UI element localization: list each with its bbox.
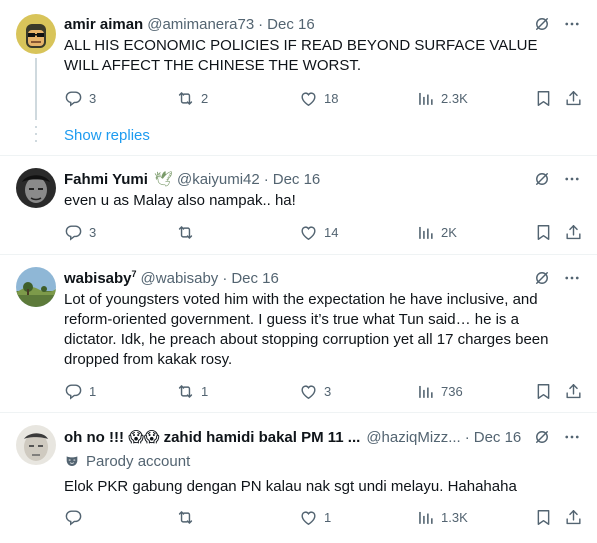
tweet-date[interactable]: Dec 16 [267,16,315,33]
show-replies-link[interactable]: Show replies [64,127,150,144]
handle[interactable]: @kaiyumi42 [177,171,260,188]
like-button[interactable]: 1 [299,507,331,527]
separator-dot: · [222,269,228,287]
reply-count: 1 [89,383,97,399]
reply-button[interactable]: 3 [64,88,96,108]
avatar[interactable] [16,267,56,307]
like-count: 14 [324,224,339,240]
views-button[interactable]: 2.3K [416,88,468,108]
views-button[interactable]: 1.3K [416,507,468,527]
like-count: 1 [324,509,332,525]
tweet-fahmi-yumi[interactable]: Fahmi Yumi 🕊 @kaiyumi42 · Dec 16 even u … [0,156,597,254]
share-button[interactable] [564,381,583,401]
views-button[interactable]: 736 [416,381,463,401]
reply-button[interactable]: 3 [64,222,96,242]
handle[interactable]: @wabisaby [141,270,219,287]
share-button[interactable] [564,88,583,108]
thread-line [35,58,37,120]
share-button[interactable] [564,507,583,527]
tweet-text: Lot of youngsters voted him with the exp… [64,291,549,368]
reply-count: 3 [89,224,97,240]
bookmark-button[interactable] [534,381,553,401]
avatar[interactable] [16,425,56,465]
handle[interactable]: @amimanera73 [147,16,254,33]
more-options-icon[interactable] [563,15,581,33]
name-superscript: 7 [131,269,137,279]
parody-label: Parody account [86,452,191,470]
views-count: 2K [441,224,457,240]
separator-dot: · [258,15,264,33]
thread-dots [35,126,37,147]
tweet-parody-account[interactable]: oh no !!! 😱😱 zahid hamidi bakal PM 11 ..… [0,413,597,543]
separator-dot: · [464,428,470,446]
more-options-icon[interactable] [563,428,581,446]
grok-icon[interactable] [533,428,551,446]
more-options-icon[interactable] [563,170,581,188]
like-button[interactable]: 3 [299,381,331,401]
display-name[interactable]: oh no !!! 😱😱 zahid hamidi bakal PM 11 ..… [64,428,360,446]
handle[interactable]: @haziqMizz... [366,429,460,446]
reply-button[interactable] [64,507,89,527]
retweet-button[interactable] [176,222,201,242]
retweet-count: 1 [201,383,209,399]
tweet-text: even u as Malay also nampak.. ha! [64,192,296,209]
tweet-text: Elok PKR gabung dengan PN kalau nak sgt … [64,478,517,495]
display-name[interactable]: wabisaby7 [64,269,137,287]
grok-icon[interactable] [533,15,551,33]
views-count: 736 [441,383,463,399]
views-count: 2.3K [441,90,468,106]
like-count: 18 [324,90,339,106]
tweet-amir-aiman[interactable]: amir aiman @amimanera73 · Dec 16 ALL HIS… [0,0,597,154]
like-button[interactable]: 18 [299,88,338,108]
display-name-text: wabisaby [64,270,132,287]
display-name[interactable]: Fahmi Yumi [64,171,148,188]
tweet-date[interactable]: Dec 16 [474,429,522,446]
like-count: 3 [324,383,332,399]
reply-count: 3 [89,90,97,106]
like-button[interactable]: 14 [299,222,338,242]
avatar[interactable] [16,14,56,54]
tweet-wabisaby[interactable]: wabisaby7 @wabisaby · Dec 16 Lot of youn… [0,255,597,411]
retweet-button[interactable] [176,507,201,527]
retweet-button[interactable]: 2 [176,88,208,108]
share-button[interactable] [564,222,583,242]
tweet-date[interactable]: Dec 16 [273,171,321,188]
grok-icon[interactable] [533,170,551,188]
parody-badge: Parody account [64,451,581,471]
display-name[interactable]: amir aiman [64,16,143,33]
more-options-icon[interactable] [563,269,581,287]
avatar[interactable] [16,168,56,208]
views-count: 1.3K [441,509,468,525]
mask-icon [64,453,80,469]
bookmark-button[interactable] [534,88,553,108]
views-button[interactable]: 2K [416,222,457,242]
reply-button[interactable]: 1 [64,381,96,401]
retweet-count: 2 [201,90,209,106]
bookmark-button[interactable] [534,507,553,527]
bookmark-button[interactable] [534,222,553,242]
name-emoji: 🕊 [153,171,173,188]
retweet-button[interactable]: 1 [176,381,208,401]
separator-dot: · [263,170,269,188]
tweet-date[interactable]: Dec 16 [231,270,279,287]
tweet-text: ALL HIS ECONOMIC POLICIES IF READ BEYOND… [64,37,538,74]
grok-icon[interactable] [533,269,551,287]
